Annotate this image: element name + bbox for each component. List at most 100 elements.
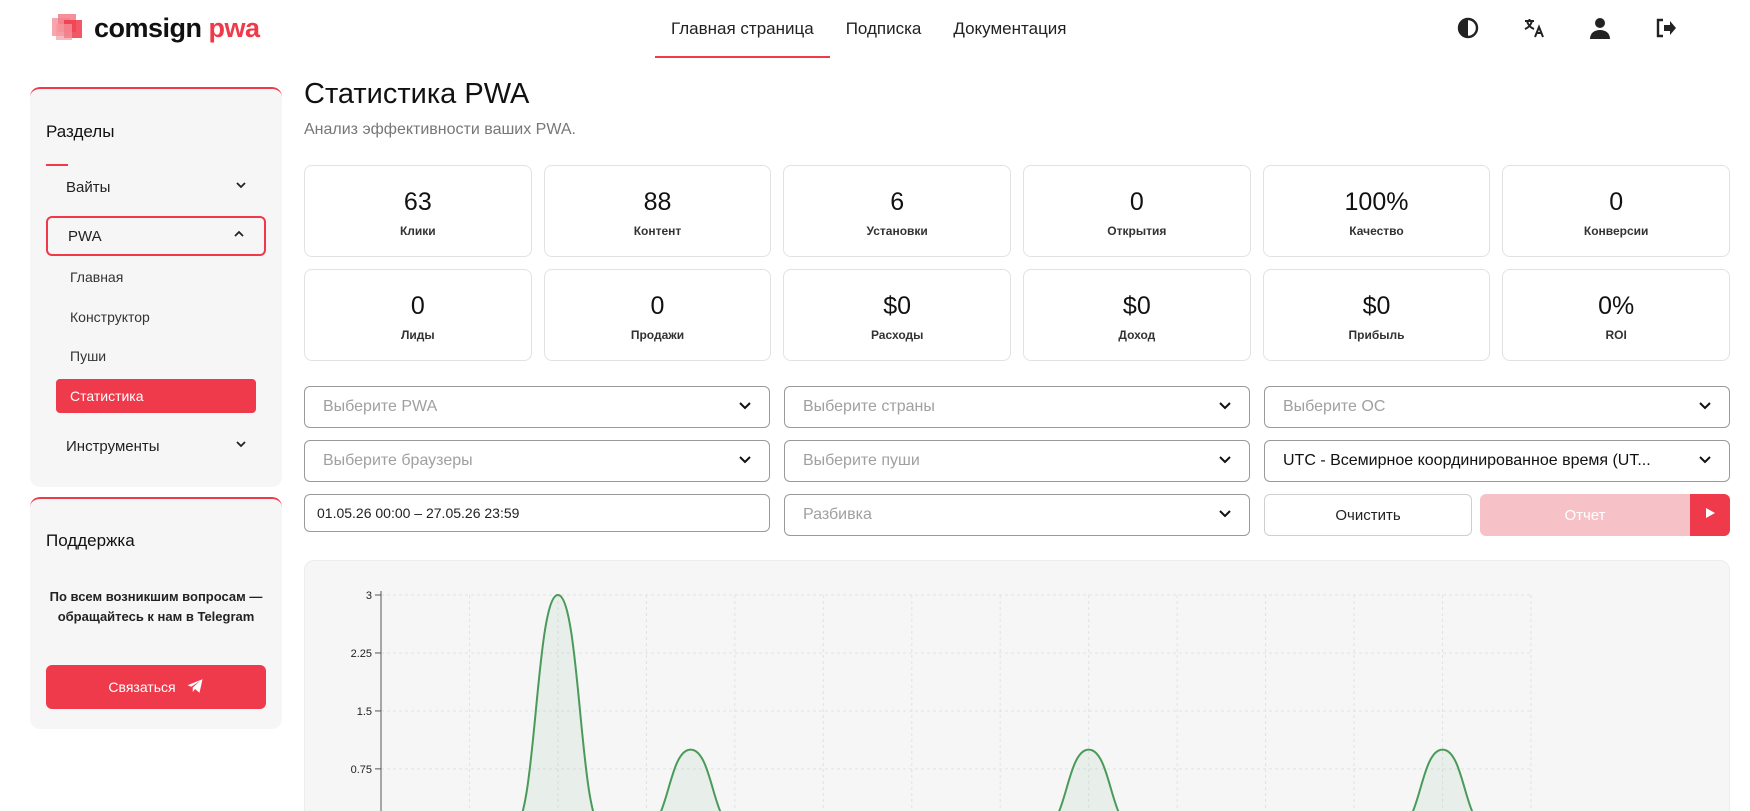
os-select[interactable]: Выберите ОС	[1264, 386, 1730, 428]
page-title: Статистика PWA	[304, 78, 530, 110]
sidebar-item-tools[interactable]: Инструменты	[46, 426, 266, 466]
browsers-select[interactable]: Выберите браузеры	[304, 440, 770, 482]
timezone-select[interactable]: UTC - Всемирное координированное время (…	[1264, 440, 1730, 482]
stat-card-roi: 0% ROI	[1502, 269, 1730, 361]
sections-title: Разделы	[46, 122, 115, 141]
sidebar-subitem-constructor[interactable]: Конструктор	[56, 300, 256, 334]
stat-card-quality: 100% Качество	[1262, 165, 1491, 257]
telegram-icon	[186, 677, 204, 698]
stat-value: 0%	[1598, 292, 1635, 320]
report-button[interactable]: Отчет	[1480, 494, 1690, 536]
statistics-chart: 3 2.25 1.5 0.75	[351, 590, 1532, 811]
stat-label: ROI	[1605, 328, 1627, 342]
date-range-input[interactable]: 01.05.26 00:00 – 27.05.26 23:59	[304, 494, 770, 532]
clear-button[interactable]: Очистить	[1264, 494, 1472, 536]
stat-card-income: $0 Доход	[1023, 269, 1251, 361]
stat-card-conversions: 0 Конверсии	[1502, 165, 1730, 257]
pwa-select-placeholder: Выберите PWA	[323, 398, 438, 415]
chevron-down-icon	[1217, 505, 1233, 526]
stat-label: Открытия	[1107, 224, 1167, 238]
stat-value: 0	[1129, 188, 1144, 216]
logout-icon[interactable]	[1648, 10, 1684, 46]
timezone-select-value: UTC - Всемирное координированное время (…	[1283, 452, 1651, 469]
support-title: Поддержка	[46, 531, 135, 550]
stat-label: Конверсии	[1583, 224, 1649, 238]
stat-card-clicks: 63 Клики	[304, 165, 532, 257]
y-tick-label: 2.25	[351, 648, 372, 660]
logo-icon	[50, 10, 86, 46]
stat-card-opens: 0 Открытия	[1023, 165, 1251, 257]
contact-button-label: Связаться	[108, 679, 176, 695]
chevron-down-icon	[1217, 451, 1233, 472]
series-area	[522, 595, 1473, 811]
chevron-down-icon	[234, 178, 248, 196]
stat-value: 63	[403, 188, 432, 216]
sidebar-subitem-statistics[interactable]: Статистика	[56, 379, 256, 413]
chevron-down-icon	[737, 397, 753, 418]
stat-label: Качество	[1349, 224, 1404, 238]
stat-value: 88	[643, 188, 672, 216]
breakdown-select-placeholder: Разбивка	[803, 506, 872, 523]
chevron-down-icon	[1217, 397, 1233, 418]
stat-card-expenses: $0 Расходы	[783, 269, 1011, 361]
sidebar-subitem-pushes[interactable]: Пуши	[56, 339, 256, 373]
support-panel: Поддержка По всем возникшим вопросам — о…	[30, 497, 282, 729]
browsers-select-placeholder: Выберите браузеры	[323, 452, 473, 469]
support-text: По всем возникшим вопросам — обращайтесь…	[49, 589, 263, 624]
user-icon[interactable]	[1582, 10, 1618, 46]
theme-contrast-icon[interactable]	[1450, 10, 1486, 46]
countries-select[interactable]: Выберите страны	[784, 386, 1250, 428]
sidebar-item-label: Инструменты	[66, 437, 160, 455]
sections-title-underline	[46, 164, 68, 166]
chevron-down-icon	[737, 451, 753, 472]
pushes-select[interactable]: Выберите пуши	[784, 440, 1250, 482]
stat-value: 0	[1609, 188, 1624, 216]
chevron-down-icon	[234, 437, 248, 455]
stat-card-leads: 0 Лиды	[304, 269, 532, 361]
stat-label: Установки	[866, 224, 928, 238]
nav-home[interactable]: Главная страница	[655, 0, 830, 58]
header-actions	[1450, 10, 1684, 46]
y-tick-label: 3	[366, 590, 372, 602]
stat-label: Лиды	[400, 328, 435, 342]
pushes-select-placeholder: Выберите пуши	[803, 452, 920, 469]
contact-button[interactable]: Связаться	[46, 665, 266, 709]
sections-panel: Разделы Вайты PWA Главная Конструктор Пу…	[30, 87, 282, 487]
y-tick-label: 0.75	[351, 764, 372, 776]
os-select-placeholder: Выберите ОС	[1283, 398, 1386, 415]
page-subtitle: Анализ эффективности ваших PWA.	[304, 121, 576, 138]
translate-icon[interactable]	[1516, 10, 1552, 46]
stat-card-profit: $0 Прибыль	[1262, 269, 1491, 361]
stat-card-content: 88 Контент	[543, 165, 772, 257]
report-play-button[interactable]	[1690, 494, 1730, 536]
logo[interactable]: comsign pwa	[50, 10, 260, 46]
stat-label: Контент	[633, 224, 682, 238]
breakdown-select[interactable]: Разбивка	[784, 494, 1250, 536]
logo-text: comsign pwa	[94, 13, 260, 44]
stat-label: Доход	[1118, 328, 1156, 342]
stat-card-installs: 6 Установки	[783, 165, 1011, 257]
sidebar-item-pwa[interactable]: PWA	[46, 216, 266, 256]
nav-documentation[interactable]: Документация	[937, 0, 1082, 58]
stat-value: $0	[1362, 292, 1391, 320]
chevron-up-icon	[232, 227, 246, 245]
nav-subscription[interactable]: Подписка	[830, 0, 938, 58]
top-nav: Главная страница Подписка Документация	[655, 0, 1083, 58]
stat-label: Прибыль	[1348, 328, 1405, 342]
stat-value: 100%	[1344, 188, 1409, 216]
logo-accent: pwa	[208, 12, 261, 43]
chevron-down-icon	[1697, 397, 1713, 418]
stat-label: Продажи	[630, 328, 685, 342]
y-tick-label: 1.5	[357, 706, 372, 718]
stat-label: Клики	[399, 224, 436, 238]
stats-grid: 63 Клики 88 Контент 6 Установки 0 Открытия 1…	[304, 165, 1730, 361]
sidebar-item-whites[interactable]: Вайты	[46, 167, 266, 207]
chevron-down-icon	[1697, 451, 1713, 472]
stat-value: 0	[410, 292, 425, 320]
sidebar-subitem-home[interactable]: Главная	[56, 260, 256, 294]
stat-card-sales: 0 Продажи	[543, 269, 772, 361]
stat-value: $0	[883, 292, 912, 320]
pwa-select[interactable]: Выберите PWA	[304, 386, 770, 428]
countries-select-placeholder: Выберите страны	[803, 398, 935, 415]
sidebar-item-label: Вайты	[66, 178, 111, 196]
